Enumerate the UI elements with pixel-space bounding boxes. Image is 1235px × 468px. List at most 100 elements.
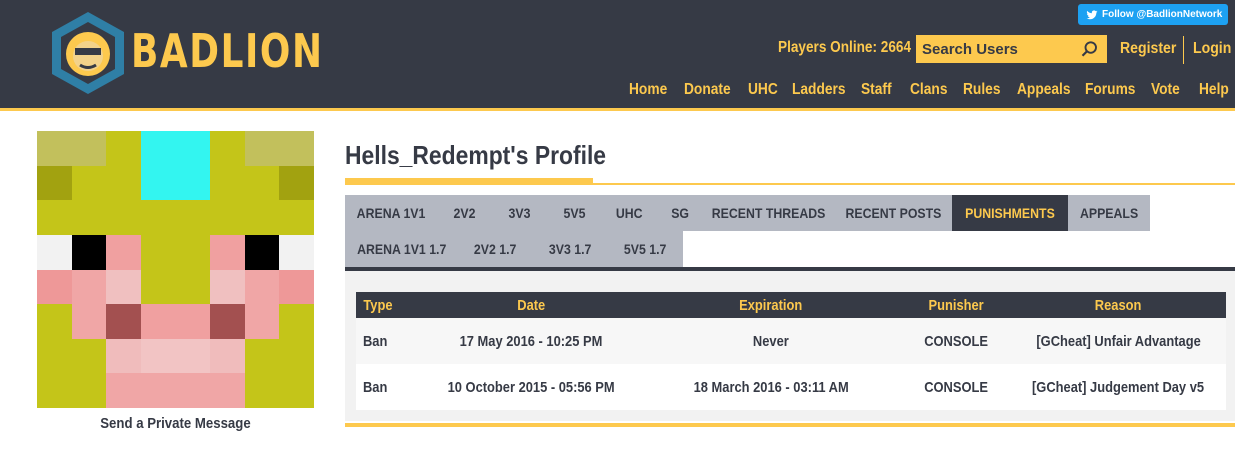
tab-label: 2V2 xyxy=(453,205,476,221)
nav-rules[interactable]: Rules xyxy=(963,81,1000,99)
tab-3v3[interactable]: 3V3 xyxy=(492,195,547,231)
nav-clans[interactable]: Clans xyxy=(910,81,947,99)
avatar-pixel xyxy=(106,304,141,339)
avatar-pixel xyxy=(279,304,314,339)
avatar-pixel xyxy=(244,165,280,201)
avatar-pixel xyxy=(175,165,211,201)
table-row: Ban 10 October 2015 - 05:56 PM 18 March … xyxy=(356,364,1226,410)
tab-label: RECENT THREADS xyxy=(712,205,826,221)
tab-label: SG xyxy=(671,205,689,221)
punishments-table: Type Date Expiration Punisher Reason Ban… xyxy=(356,292,1226,410)
nav-staff[interactable]: Staff xyxy=(861,81,892,99)
avatar-pixel xyxy=(140,338,176,374)
login-link[interactable]: Login xyxy=(1193,40,1231,58)
nav-appeals[interactable]: Appeals xyxy=(1017,81,1071,99)
cell-type: Ban xyxy=(356,364,421,410)
tab-5v5[interactable]: 5V5 xyxy=(547,195,602,231)
avatar-pixel xyxy=(279,131,314,166)
search-box[interactable] xyxy=(916,35,1107,63)
twitter-bird-icon xyxy=(1086,9,1098,19)
avatar-pixel xyxy=(37,373,72,408)
players-online: Players Online: 2664 xyxy=(778,39,912,56)
avatar-pixel xyxy=(140,131,176,166)
avatar-pixel xyxy=(210,165,245,201)
tab-2v2-1-7[interactable]: 2V2 1.7 xyxy=(458,231,533,267)
avatar-pixel xyxy=(279,338,314,374)
tab-arena-1v1-1-7[interactable]: ARENA 1V1 1.7 xyxy=(345,231,458,267)
tab-punishments[interactable]: PUNISHMENTS xyxy=(952,195,1068,231)
nav-help[interactable]: Help xyxy=(1199,81,1229,99)
tab-recent-threads[interactable]: RECENT THREADS xyxy=(703,195,835,231)
avatar-pixel xyxy=(71,373,107,408)
tab-uhc[interactable]: UHC xyxy=(602,195,657,231)
search-icon[interactable] xyxy=(1081,40,1099,58)
avatar-pixel xyxy=(140,373,176,408)
avatar-pixel xyxy=(71,338,107,374)
avatar-pixel xyxy=(71,269,107,305)
cell-type: Ban xyxy=(356,318,421,364)
nav-vote[interactable]: Vote xyxy=(1151,81,1180,99)
avatar-pixel xyxy=(175,234,211,270)
avatar-pixel xyxy=(71,304,107,339)
tab-2v2[interactable]: 2V2 xyxy=(437,195,492,231)
tab-label: PUNISHMENTS xyxy=(965,205,1055,221)
search-input[interactable] xyxy=(916,40,1076,58)
nav-uhc[interactable]: UHC xyxy=(748,81,778,99)
avatar-pixel xyxy=(106,165,141,201)
header-accent-line xyxy=(0,108,1235,111)
avatar-pixel xyxy=(244,200,280,235)
table-header-row: Type Date Expiration Punisher Reason xyxy=(356,292,1226,318)
nav-ladders[interactable]: Ladders xyxy=(792,81,846,99)
avatar-pixel xyxy=(175,269,211,305)
avatar-pixel xyxy=(210,269,245,305)
table-row: Ban 17 May 2016 - 10:25 PM Never CONSOLE… xyxy=(356,318,1226,364)
twitter-follow-button[interactable]: Follow @BadlionNetwork xyxy=(1078,4,1228,25)
avatar-pixel xyxy=(279,269,314,305)
avatar-pixel xyxy=(210,304,245,339)
nav-home[interactable]: Home xyxy=(629,81,667,99)
column-header-reason: Reason xyxy=(1011,292,1226,318)
avatar-pixel xyxy=(106,131,141,166)
avatar-pixel xyxy=(37,131,72,166)
tab-label: 3V3 xyxy=(508,205,531,221)
badlion-logo-icon[interactable] xyxy=(50,10,126,96)
avatar-pixel xyxy=(210,373,245,408)
tab-arena-1v1[interactable]: ARENA 1V1 xyxy=(345,195,437,231)
tab-appeals[interactable]: APPEALS xyxy=(1068,195,1150,231)
avatar-pixel xyxy=(244,373,280,408)
twitter-follow-label: Follow @BadlionNetwork xyxy=(1102,9,1223,20)
tab-label: RECENT POSTS xyxy=(845,205,942,221)
nav-donate[interactable]: Donate xyxy=(684,81,731,99)
avatar-pixel xyxy=(106,269,141,305)
register-link[interactable]: Register xyxy=(1120,40,1176,58)
site-header: BADLION Follow @BadlionNetwork Players O… xyxy=(0,0,1235,108)
cell-expiration: 18 March 2016 - 03:11 AM xyxy=(641,364,901,410)
avatar-pixel xyxy=(175,200,211,235)
tab-label: UHC xyxy=(616,205,643,221)
avatar-pixel xyxy=(244,338,280,374)
column-header-expiration: Expiration xyxy=(641,292,901,318)
avatar-pixel xyxy=(71,165,107,201)
avatar-pixel xyxy=(37,234,72,270)
avatar-pixel xyxy=(37,338,72,374)
avatar-pixel xyxy=(140,200,176,235)
avatar-pixel xyxy=(210,338,245,374)
avatar-pixel xyxy=(279,234,314,270)
column-header-type: Type xyxy=(356,292,421,318)
tab-3v3-1-7[interactable]: 3V3 1.7 xyxy=(533,231,608,267)
avatar-pixel xyxy=(106,338,141,374)
nav-forums[interactable]: Forums xyxy=(1085,81,1135,99)
tab-sg[interactable]: SG xyxy=(657,195,703,231)
avatar-pixel xyxy=(37,269,72,305)
avatar-pixel xyxy=(140,269,176,305)
tab-5v5-1-7[interactable]: 5V5 1.7 xyxy=(608,231,683,267)
avatar-pixel xyxy=(210,200,245,235)
avatar-pixel xyxy=(175,338,211,374)
tab-recent-posts[interactable]: RECENT POSTS xyxy=(835,195,952,231)
brand-wordmark[interactable]: BADLION xyxy=(131,24,324,78)
column-header-date: Date xyxy=(421,292,641,318)
send-private-message-label: Send a Private Message xyxy=(100,415,251,432)
tab-label: ARENA 1V1 1.7 xyxy=(356,241,447,257)
avatar-pixel xyxy=(37,165,72,201)
send-private-message-link[interactable]: Send a Private Message xyxy=(37,415,314,432)
